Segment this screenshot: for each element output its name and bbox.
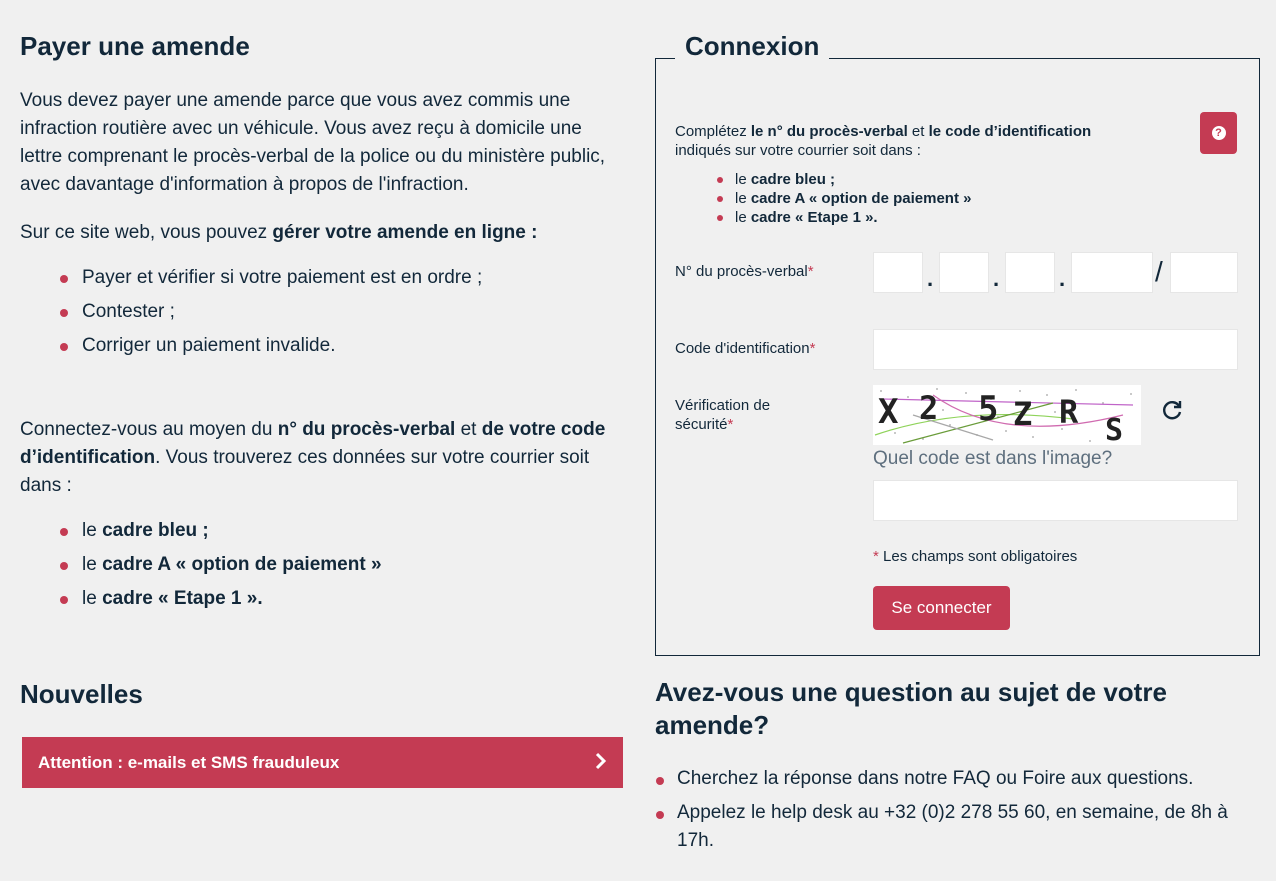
news-item-link[interactable]: Attention : e-mails et SMS frauduleux <box>22 737 623 788</box>
news-heading: Nouvelles <box>20 679 143 709</box>
question-circle-icon: ? <box>1211 126 1226 140</box>
list-item: Payer et vérifier si votre paiement est … <box>20 261 620 295</box>
login-help-text: Complétez le n° du procès-verbal et le c… <box>675 123 1092 159</box>
required-note: * Les champs sont obligatoires <box>873 548 1078 565</box>
svg-text:X: X <box>878 392 899 432</box>
login-frames-list: le cadre bleu ; le cadre A « option de p… <box>675 170 971 227</box>
captcha-question: Quel code est dans l'image? <box>873 448 1113 469</box>
list-item: le cadre « Etape 1 ». <box>20 582 620 616</box>
frames-list: le cadre bleu ; le cadre A « option de p… <box>20 514 620 616</box>
news-item-label: Attention : e-mails et SMS frauduleux <box>38 752 340 772</box>
list-item: Corriger un paiement invalide. <box>20 329 620 363</box>
pv-field-4[interactable] <box>1071 252 1153 293</box>
list-item: le cadre bleu ; <box>675 170 971 189</box>
list-item: Cherchez la réponse dans notre FAQ ou Fo… <box>655 765 1260 793</box>
login-title: Connexion <box>675 28 830 64</box>
intro-text: Vous devez payer une amende parce que vo… <box>20 90 606 195</box>
chevron-right-icon <box>595 750 607 776</box>
svg-text:S: S <box>1105 413 1123 445</box>
site-text: Sur ce site web, vous pouvez gérer votre… <box>20 222 538 243</box>
list-item: le cadre « Etape 1 ». <box>675 208 971 227</box>
pv-label: N° du procès-verbal* <box>675 263 814 280</box>
security-label: Vérification de sécurité* <box>675 397 771 433</box>
svg-text:R: R <box>1059 393 1079 431</box>
help-button[interactable]: ? <box>1200 112 1237 154</box>
page-title: Payer une amende <box>20 31 250 61</box>
pv-field-5[interactable] <box>1170 252 1238 293</box>
list-item: le cadre A « option de paiement » <box>675 189 971 208</box>
svg-text:2: 2 <box>919 389 938 427</box>
question-heading: Avez-vous une question au sujet de votre… <box>655 677 1167 740</box>
login-button[interactable]: Se connecter <box>873 586 1010 630</box>
pv-field-1[interactable] <box>873 252 923 293</box>
code-label: Code d'identification* <box>675 340 816 357</box>
captcha-image: X 2 5 Z R S <box>873 385 1141 445</box>
pv-separator: . <box>1059 266 1066 291</box>
captcha-input[interactable] <box>873 480 1238 521</box>
svg-text:Z: Z <box>1013 395 1032 433</box>
connect-text: Connectez-vous au moyen du n° du procès-… <box>20 419 606 496</box>
question-list: Cherchez la réponse dans notre FAQ ou Fo… <box>655 765 1260 861</box>
refresh-icon[interactable] <box>1160 398 1184 429</box>
pv-separator: . <box>927 266 934 291</box>
pv-slash: / <box>1155 256 1163 287</box>
captcha-noise: X 2 5 Z R S <box>874 388 1134 445</box>
list-item: le cadre A « option de paiement » <box>20 548 620 582</box>
list-item: le cadre bleu ; <box>20 514 620 548</box>
list-item: Contester ; <box>20 295 620 329</box>
intro-section: Payer une amende Vous devez payer une am… <box>20 28 620 616</box>
pv-field-3[interactable] <box>1005 252 1055 293</box>
svg-text:5: 5 <box>978 389 998 429</box>
pv-separator: . <box>993 266 1000 291</box>
pv-field-2[interactable] <box>939 252 989 293</box>
code-input[interactable] <box>873 329 1238 370</box>
actions-list: Payer et vérifier si votre paiement est … <box>20 261 620 363</box>
list-item: Appelez le help desk au +32 (0)2 278 55 … <box>655 799 1260 855</box>
